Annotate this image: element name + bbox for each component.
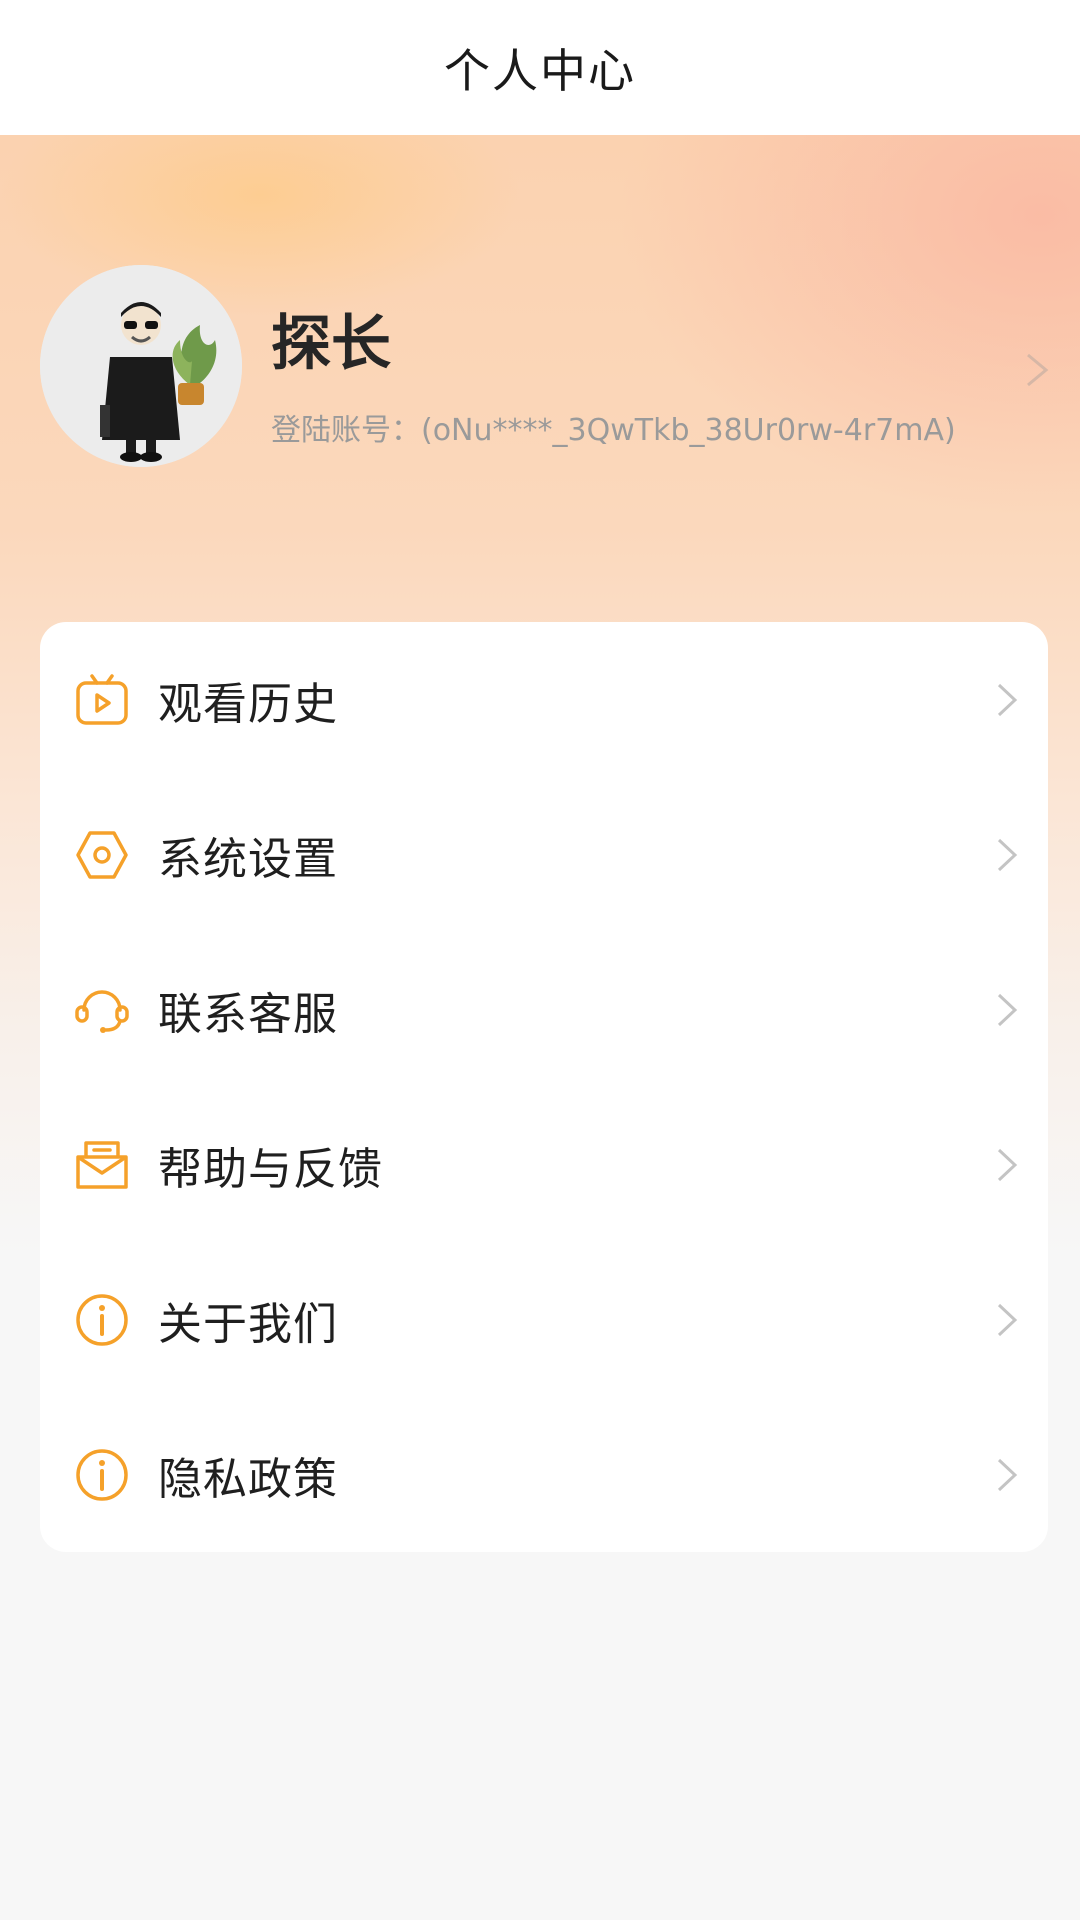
- chevron-right-icon[interactable]: [1022, 350, 1052, 390]
- info-icon: [72, 1445, 132, 1505]
- avatar[interactable]: [40, 265, 242, 467]
- chevron-right-icon: [994, 1300, 1020, 1340]
- chevron-right-icon: [994, 835, 1020, 875]
- menu-label-help-feedback: 帮助与反馈: [158, 1143, 383, 1195]
- profile-section[interactable]: 探长 登陆账号：(oNu****_3QwTkb_38Ur0rw-4r7mA): [0, 135, 1080, 615]
- chevron-right-icon: [994, 1145, 1020, 1185]
- chevron-right-icon: [994, 680, 1020, 720]
- menu-card: 观看历史 系统设置 联系客服 帮助与反馈 关于我们 隐私政策: [40, 622, 1048, 1552]
- mail-feedback-icon: [72, 1135, 132, 1195]
- menu-label-watch-history: 观看历史: [158, 678, 338, 730]
- account-id: 登陆账号：(oNu****_3QwTkb_38Ur0rw-4r7mA): [271, 413, 956, 448]
- tv-play-icon: [72, 670, 132, 730]
- menu-label-contact-support: 联系客服: [158, 988, 338, 1040]
- headset-icon: [72, 980, 132, 1040]
- info-icon: [72, 1290, 132, 1350]
- settings-hexagon-icon: [72, 825, 132, 885]
- menu-item-help-feedback[interactable]: 帮助与反馈: [40, 1087, 1048, 1242]
- menu-label-about-us: 关于我们: [158, 1298, 338, 1350]
- chevron-right-icon: [994, 1455, 1020, 1495]
- chevron-right-icon: [994, 990, 1020, 1030]
- menu-item-contact-support[interactable]: 联系客服: [40, 932, 1048, 1087]
- menu-label-privacy-policy: 隐私政策: [158, 1453, 338, 1505]
- top-nav-bar: 个人中心: [0, 0, 1080, 135]
- user-name: 探长: [271, 309, 391, 379]
- menu-item-watch-history[interactable]: 观看历史: [40, 622, 1048, 777]
- avatar-illustration: [40, 265, 242, 467]
- menu-item-about-us[interactable]: 关于我们: [40, 1242, 1048, 1397]
- page-title: 个人中心: [444, 43, 636, 98]
- menu-label-system-settings: 系统设置: [158, 833, 338, 885]
- menu-item-privacy-policy[interactable]: 隐私政策: [40, 1397, 1048, 1552]
- menu-item-system-settings[interactable]: 系统设置: [40, 777, 1048, 932]
